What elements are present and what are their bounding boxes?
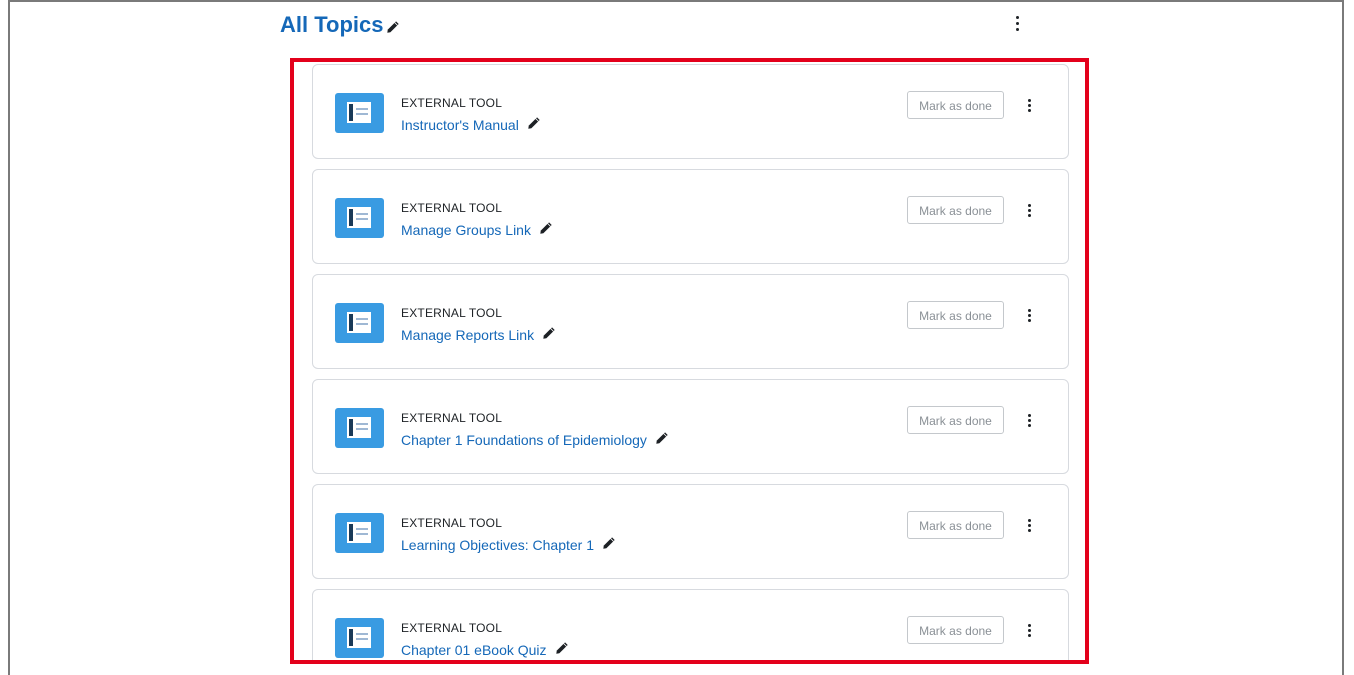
mark-as-done-button[interactable]: Mark as done xyxy=(907,196,1004,224)
mark-as-done-button[interactable]: Mark as done xyxy=(907,511,1004,539)
activity-card: EXTERNAL TOOL Learning Objectives: Chapt… xyxy=(312,484,1069,579)
activity-menu-icon[interactable] xyxy=(1026,623,1034,639)
pencil-icon[interactable] xyxy=(555,641,569,658)
activity-title[interactable]: Manage Reports Link xyxy=(401,327,534,343)
activity-card: EXTERNAL TOOL Chapter 1 Foundations of E… xyxy=(312,379,1069,474)
mark-as-done-button[interactable]: Mark as done xyxy=(907,406,1004,434)
activity-menu-icon[interactable] xyxy=(1026,98,1034,114)
activity-menu-icon[interactable] xyxy=(1026,308,1034,324)
activity-link[interactable]: Chapter 1 Foundations of Epidemiology xyxy=(401,431,669,448)
pencil-icon[interactable] xyxy=(386,12,400,42)
mark-as-done-button[interactable]: Mark as done xyxy=(907,616,1004,644)
section-menu-icon[interactable] xyxy=(1014,15,1024,33)
activity-type: EXTERNAL TOOL xyxy=(401,621,503,635)
external-tool-icon xyxy=(335,618,384,658)
external-tool-icon xyxy=(335,408,384,448)
activity-type: EXTERNAL TOOL xyxy=(401,516,503,530)
pencil-icon[interactable] xyxy=(655,431,669,448)
activity-title[interactable]: Chapter 1 Foundations of Epidemiology xyxy=(401,432,647,448)
activity-title[interactable]: Learning Objectives: Chapter 1 xyxy=(401,537,594,553)
pencil-icon[interactable] xyxy=(527,116,541,133)
mark-as-done-button[interactable]: Mark as done xyxy=(907,301,1004,329)
activity-card: EXTERNAL TOOL Chapter 01 eBook Quiz Mark… xyxy=(312,589,1069,660)
activity-menu-icon[interactable] xyxy=(1026,518,1034,534)
activity-menu-icon[interactable] xyxy=(1026,413,1034,429)
activity-menu-icon[interactable] xyxy=(1026,203,1034,219)
external-tool-icon xyxy=(335,93,384,133)
pencil-icon[interactable] xyxy=(539,221,553,238)
activity-title[interactable]: Chapter 01 eBook Quiz xyxy=(401,642,547,658)
activity-title[interactable]: Manage Groups Link xyxy=(401,222,531,238)
pencil-icon[interactable] xyxy=(542,326,556,343)
external-tool-icon xyxy=(335,303,384,343)
activity-type: EXTERNAL TOOL xyxy=(401,411,503,425)
activity-type: EXTERNAL TOOL xyxy=(401,201,503,215)
activity-card: EXTERNAL TOOL Instructor's Manual Mark a… xyxy=(312,64,1069,159)
external-tool-icon xyxy=(335,513,384,553)
activity-card: EXTERNAL TOOL Manage Groups Link Mark as… xyxy=(312,169,1069,264)
pencil-icon[interactable] xyxy=(602,536,616,553)
activity-link[interactable]: Instructor's Manual xyxy=(401,116,541,133)
mark-as-done-button[interactable]: Mark as done xyxy=(907,91,1004,119)
activity-type: EXTERNAL TOOL xyxy=(401,96,503,110)
activity-card: EXTERNAL TOOL Manage Reports Link Mark a… xyxy=(312,274,1069,369)
section-title-text[interactable]: All Topics xyxy=(280,10,384,40)
activity-type: EXTERNAL TOOL xyxy=(401,306,503,320)
section-header: All Topics xyxy=(280,8,1050,38)
section-title[interactable]: All Topics xyxy=(280,8,400,42)
activity-link[interactable]: Manage Groups Link xyxy=(401,221,553,238)
activity-link[interactable]: Manage Reports Link xyxy=(401,326,556,343)
activity-list-highlight: EXTERNAL TOOL Instructor's Manual Mark a… xyxy=(290,58,1089,664)
activity-title[interactable]: Instructor's Manual xyxy=(401,117,519,133)
activity-link[interactable]: Chapter 01 eBook Quiz xyxy=(401,641,569,658)
activity-link[interactable]: Learning Objectives: Chapter 1 xyxy=(401,536,616,553)
external-tool-icon xyxy=(335,198,384,238)
